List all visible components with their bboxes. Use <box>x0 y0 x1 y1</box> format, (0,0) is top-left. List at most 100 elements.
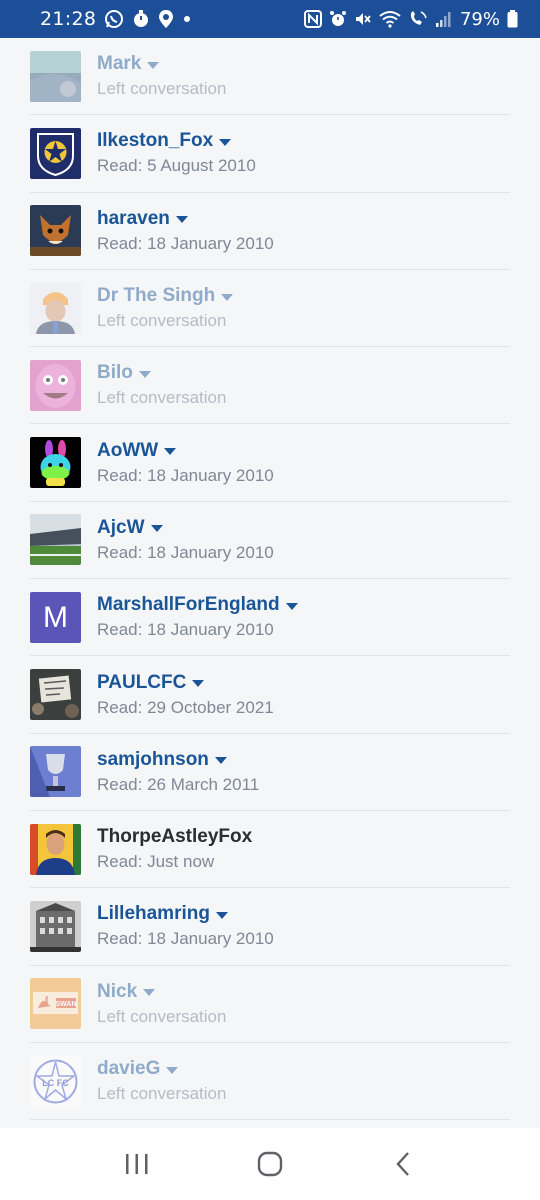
participant-row: PAULCFC Read: 29 October 2021 <box>30 656 510 734</box>
status-bar: 21:28 79% <box>0 0 540 38</box>
navigation-bar <box>0 1128 540 1200</box>
nfc-icon <box>303 9 322 29</box>
username-row[interactable]: MarshallForEngland <box>97 594 298 616</box>
dropdown-caret-icon[interactable] <box>175 216 188 224</box>
participant-row: Ilkeston_Fox Read: 5 August 2010 <box>30 115 510 193</box>
participant-info: ThorpeAstleyFox Read: Just now <box>97 826 252 872</box>
participant-row: AjcW Read: 18 January 2010 <box>30 502 510 580</box>
username-row[interactable]: Dr The Singh <box>97 285 234 307</box>
recent-apps-button[interactable] <box>117 1144 157 1184</box>
username-link[interactable]: haraven <box>97 208 170 230</box>
participant-info: Lillehamring Read: 18 January 2010 <box>97 903 274 949</box>
username-row[interactable]: Mark <box>97 53 226 75</box>
read-status: Read: 29 October 2021 <box>97 697 274 717</box>
dropdown-caret-icon[interactable] <box>138 370 151 378</box>
dropdown-caret-icon[interactable] <box>164 448 177 456</box>
read-status: Read: 18 January 2010 <box>97 465 274 485</box>
wifi-icon <box>379 9 401 29</box>
participant-info: Dr The Singh Left conversation <box>97 285 234 331</box>
dropdown-caret-icon[interactable] <box>215 911 228 919</box>
avatar-stadium-avatar[interactable] <box>30 514 81 566</box>
whatsapp-icon <box>104 9 124 29</box>
username-link[interactable]: Dr The Singh <box>97 285 215 307</box>
participant-info: AjcW Read: 18 January 2010 <box>97 517 274 563</box>
avatar-photo-avatar[interactable] <box>30 50 81 102</box>
username-link[interactable]: Nick <box>97 981 137 1003</box>
read-status: Read: Just now <box>97 852 215 872</box>
dropdown-caret-icon[interactable] <box>166 1066 179 1074</box>
read-status: Read: 26 March 2011 <box>97 774 260 794</box>
notification-dot-icon <box>182 9 192 29</box>
read-status: Left conversation <box>97 1006 227 1026</box>
username-link[interactable]: Mark <box>97 53 141 75</box>
mute-icon <box>354 9 372 29</box>
read-status: Left conversation <box>97 1084 227 1103</box>
participant-info: MarshallForEngland Read: 18 January 2010 <box>97 594 298 640</box>
avatar-person-avatar[interactable] <box>30 282 81 334</box>
dropdown-caret-icon[interactable] <box>150 525 163 533</box>
username-link[interactable]: samjohnson <box>97 749 209 771</box>
username-row[interactable]: Lillehamring <box>97 903 274 925</box>
home-button[interactable] <box>250 1144 290 1184</box>
participant-row: Lillehamring Read: 18 January 2010 <box>30 888 510 966</box>
dropdown-caret-icon[interactable] <box>214 757 227 765</box>
avatar-building-avatar[interactable] <box>30 900 81 952</box>
dropdown-caret-icon[interactable] <box>143 989 156 997</box>
username-row[interactable]: PAULCFC <box>97 672 274 694</box>
participant-row: M MarshallForEngland Read: 18 January 2010 <box>30 579 510 657</box>
status-time: 21:28 <box>40 8 97 30</box>
username-row[interactable]: AjcW <box>97 517 274 539</box>
avatar-crest-avatar[interactable] <box>30 127 81 179</box>
participant-info: PAULCFC Read: 29 October 2021 <box>97 672 274 718</box>
participant-row: AoWW Read: 18 January 2010 <box>30 424 510 502</box>
avatar-letter-avatar[interactable]: M <box>30 591 81 643</box>
username-link[interactable]: AoWW <box>97 440 158 462</box>
participant-row: Dr The Singh Left conversation <box>30 270 510 348</box>
username-row[interactable]: davieG <box>97 1058 226 1080</box>
back-button[interactable] <box>383 1144 423 1184</box>
participant-row: haraven Read: 18 January 2010 <box>30 193 510 270</box>
avatar-trophy-avatar[interactable] <box>30 746 81 798</box>
wifi-calling-icon <box>408 9 428 29</box>
read-status: Read: 18 January 2010 <box>97 929 274 949</box>
participant-info: Mark Left conversation <box>97 53 226 99</box>
participant-info: Bilo Left conversation <box>97 362 226 408</box>
username-row[interactable]: Ilkeston_Fox <box>97 130 256 152</box>
participant-row: Mark Left conversation <box>30 38 510 116</box>
signal-icon <box>435 9 453 29</box>
username-link[interactable]: PAULCFC <box>97 672 186 694</box>
participant-info: davieG Left conversation <box>97 1058 226 1104</box>
dropdown-caret-icon[interactable] <box>192 680 205 688</box>
read-status: Read: 18 January 2010 <box>97 542 274 562</box>
avatar-swan-avatar[interactable]: SWAN <box>30 978 81 1030</box>
username-link[interactable]: ThorpeAstleyFox <box>97 826 252 848</box>
read-status: Left conversation <box>97 311 227 331</box>
read-status: Read: 18 January 2010 <box>97 620 274 640</box>
username-row[interactable]: samjohnson <box>97 749 259 771</box>
username-row[interactable]: haraven <box>97 208 274 230</box>
username-row[interactable]: ThorpeAstleyFox <box>97 826 252 848</box>
participant-info: haraven Read: 18 January 2010 <box>97 208 274 254</box>
avatar-lcfc-badge-avatar[interactable]: LC FC <box>30 1055 81 1107</box>
battery-icon <box>507 9 518 29</box>
avatar-fox-avatar[interactable] <box>30 205 81 257</box>
avatar-face-avatar[interactable] <box>30 359 81 411</box>
dropdown-caret-icon[interactable] <box>147 61 160 69</box>
username-row[interactable]: Nick <box>97 981 226 1003</box>
username-link[interactable]: AjcW <box>97 517 145 539</box>
dropdown-caret-icon[interactable] <box>219 138 232 146</box>
username-link[interactable]: davieG <box>97 1058 160 1080</box>
dropdown-caret-icon[interactable] <box>221 293 234 301</box>
avatar-footballer-avatar[interactable] <box>30 823 81 875</box>
username-link[interactable]: Ilkeston_Fox <box>97 130 213 152</box>
avatar-banner-avatar[interactable] <box>30 669 81 721</box>
battery-percentage: 79% <box>459 8 500 30</box>
username-link[interactable]: Lillehamring <box>97 903 210 925</box>
username-link[interactable]: Bilo <box>97 362 133 384</box>
read-status: Read: 5 August 2010 <box>97 156 256 176</box>
dropdown-caret-icon[interactable] <box>285 602 298 610</box>
username-link[interactable]: MarshallForEngland <box>97 594 280 616</box>
username-row[interactable]: AoWW <box>97 440 274 462</box>
username-row[interactable]: Bilo <box>97 362 226 384</box>
avatar-rainbow-bunny-avatar[interactable] <box>30 437 81 489</box>
